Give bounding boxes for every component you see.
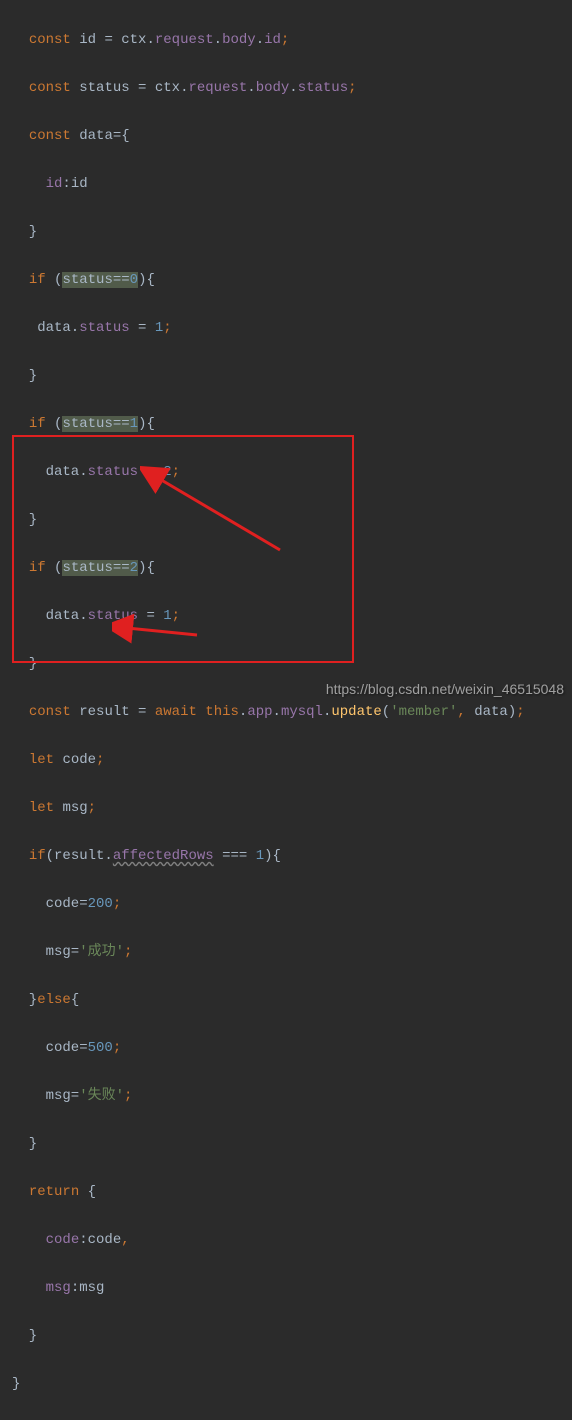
code-line: } xyxy=(12,220,572,244)
code-line: } xyxy=(12,1132,572,1156)
code-line: } xyxy=(12,508,572,532)
code-line: if (status==2){ xyxy=(12,556,572,580)
code-editor[interactable]: const id = ctx.request.body.id; const st… xyxy=(0,4,572,1420)
code-line: code:code, xyxy=(12,1228,572,1252)
code-line: id:id xyxy=(12,172,572,196)
code-line: }else{ xyxy=(12,988,572,1012)
code-line: msg='失败'; xyxy=(12,1084,572,1108)
code-line: } xyxy=(12,652,572,676)
code-line: const status = ctx.request.body.status; xyxy=(12,76,572,100)
code-line: data.status = 1; xyxy=(12,316,572,340)
code-line: msg='成功'; xyxy=(12,940,572,964)
code-line: } xyxy=(12,364,572,388)
code-line: } xyxy=(12,1324,572,1348)
code-line: data.status = 2; xyxy=(12,460,572,484)
code-line: if(result.affectedRows === 1){ xyxy=(12,844,572,868)
code-line: const data={ xyxy=(12,124,572,148)
code-line: code=500; xyxy=(12,1036,572,1060)
code-line: const result = await this.app.mysql.upda… xyxy=(12,700,572,724)
code-line: data.status = 1; xyxy=(12,604,572,628)
code-line: let msg; xyxy=(12,796,572,820)
code-line: let code; xyxy=(12,748,572,772)
code-line: return { xyxy=(12,1180,572,1204)
code-line: const id = ctx.request.body.id; xyxy=(12,28,572,52)
watermark-text: https://blog.csdn.net/weixin_46515048 xyxy=(326,677,564,701)
code-line: msg:msg xyxy=(12,1276,572,1300)
code-line: if (status==0){ xyxy=(12,268,572,292)
code-line: code=200; xyxy=(12,892,572,916)
code-line: if (status==1){ xyxy=(12,412,572,436)
code-line: } xyxy=(12,1372,572,1396)
